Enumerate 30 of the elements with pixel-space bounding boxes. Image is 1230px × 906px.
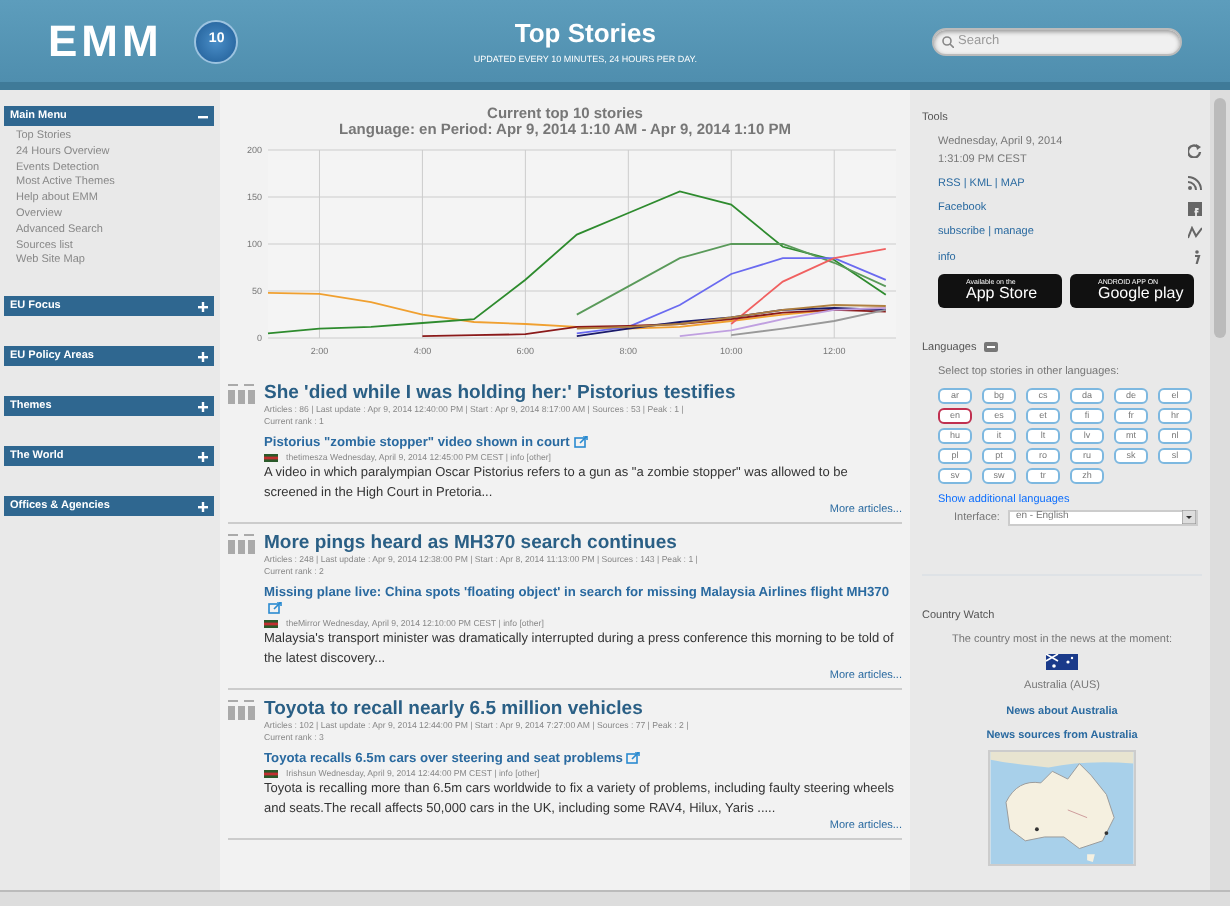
external-link-icon: [573, 436, 588, 449]
chart-line-icon: [1188, 225, 1202, 240]
flag-icon: [264, 770, 278, 778]
external-link-icon: [268, 602, 282, 615]
search-icon: [942, 35, 954, 47]
facebook-icon: [1188, 201, 1202, 216]
story-title[interactable]: She 'died while I was holding her:' Pistorius testifies: [264, 384, 902, 404]
flag-icon: [1046, 654, 1078, 671]
flag-icon: [264, 620, 278, 628]
expand-icon: [198, 451, 208, 462]
story-title[interactable]: Toyota to recall nearly 6.5 million vehicles: [264, 700, 902, 720]
logo[interactable]: EMM: [48, 19, 163, 63]
scrollbar-thumb[interactable]: [1214, 98, 1226, 338]
expand-icon: [198, 301, 208, 312]
dropdown-icon: [1181, 510, 1196, 525]
collapse-icon: [198, 111, 208, 121]
expand-icon: [198, 351, 208, 362]
story-title[interactable]: More pings heard as MH370 search continues: [264, 534, 902, 554]
flag-icon: [264, 454, 278, 462]
expand-icon: [198, 501, 208, 512]
story-icon: [228, 534, 256, 554]
refresh-icon: [1188, 144, 1202, 158]
page-title: Top Stories: [512, 16, 658, 53]
story-icon: [228, 700, 256, 720]
external-link-icon: [626, 752, 641, 765]
toggle-icon: [984, 342, 999, 353]
horizontal-scrollbar[interactable]: [0, 890, 1230, 906]
story-icon: [228, 384, 256, 404]
expand-icon: [198, 401, 208, 412]
rss-icon: [1188, 176, 1202, 191]
